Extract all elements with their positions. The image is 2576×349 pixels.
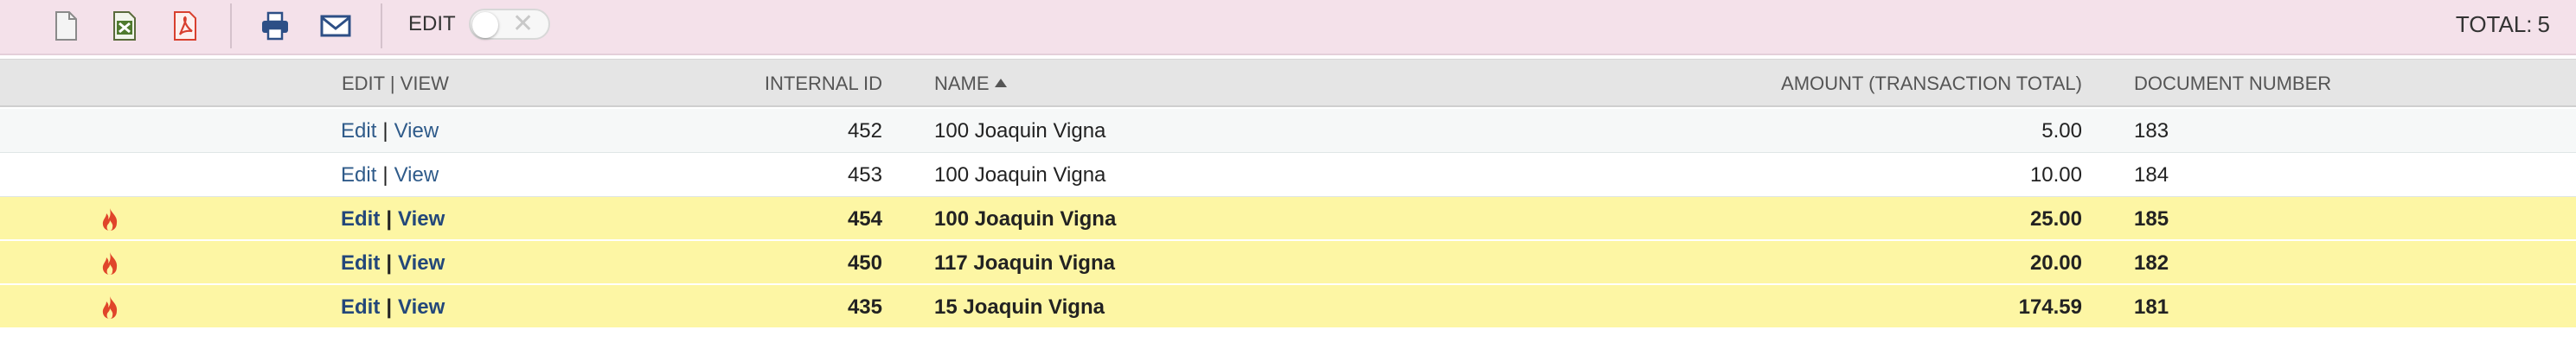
view-link[interactable]: View: [394, 119, 439, 143]
table-row: Edit | View 453 100 Joaquin Vigna 10.00 184: [0, 153, 2576, 197]
view-link[interactable]: View: [398, 295, 445, 319]
link-separator: |: [382, 119, 388, 143]
link-separator: |: [386, 251, 393, 275]
fire-icon: [102, 296, 118, 319]
edit-link[interactable]: Edit: [341, 163, 376, 187]
fire-icon: [102, 252, 118, 275]
pdf-icon[interactable]: [168, 9, 202, 43]
cell-internal-id: 454: [847, 207, 882, 231]
cell-document-number: 181: [2134, 295, 2169, 319]
cell-document-number: 183: [2134, 119, 2169, 143]
header-amount[interactable]: AMOUNT (TRANSACTION TOTAL): [1781, 73, 2082, 95]
toolbar: EDIT ✕ TOTAL: 5: [0, 0, 2576, 55]
table-row: Edit | View 454 100 Joaquin Vigna 25.00 185: [0, 197, 2576, 241]
cell-internal-id: 450: [847, 251, 882, 275]
link-separator: |: [386, 295, 393, 319]
close-icon: ✕: [512, 10, 535, 38]
table-row: Edit | View 435 15 Joaquin Vigna 174.59 181: [0, 285, 2576, 329]
edit-mode-label: EDIT: [408, 12, 456, 35]
header-name[interactable]: NAME: [934, 73, 1007, 95]
table-row: Edit | View 452 100 Joaquin Vigna 5.00 183: [0, 109, 2576, 153]
cell-name: 100 Joaquin Vigna: [934, 119, 1106, 143]
fire-icon: [102, 208, 118, 231]
cell-document-number: 182: [2134, 251, 2169, 275]
cell-amount: 20.00: [2029, 251, 2082, 275]
cell-document-number: 184: [2134, 163, 2169, 187]
edit-view-links: Edit | View: [341, 295, 445, 320]
toggle-knob: [472, 12, 498, 38]
edit-link[interactable]: Edit: [341, 119, 376, 143]
total-label: TOTAL:: [2455, 11, 2533, 37]
cell-amount: 174.59: [2018, 295, 2082, 319]
cell-name: 100 Joaquin Vigna: [934, 207, 1117, 231]
link-separator: |: [386, 207, 393, 231]
sort-ascending-icon: [994, 79, 1007, 88]
excel-icon[interactable]: [107, 9, 142, 43]
cell-name: 15 Joaquin Vigna: [934, 295, 1105, 319]
cell-name: 100 Joaquin Vigna: [934, 163, 1106, 187]
table-header: EDIT | VIEW INTERNAL ID NAME AMOUNT (TRA…: [0, 59, 2576, 107]
total-count: TOTAL: 5: [2451, 11, 2550, 38]
view-link[interactable]: View: [398, 207, 445, 231]
toolbar-separator: [230, 3, 232, 48]
total-value: 5: [2537, 11, 2550, 37]
toolbar-separator: [381, 3, 382, 48]
cell-internal-id: 453: [847, 163, 882, 187]
document-icon[interactable]: [48, 9, 83, 43]
view-link[interactable]: View: [398, 251, 445, 275]
header-document-number[interactable]: DOCUMENT NUMBER: [2134, 73, 2331, 95]
edit-link[interactable]: Edit: [341, 207, 380, 231]
cell-internal-id: 435: [847, 295, 882, 319]
edit-mode-toggle[interactable]: ✕: [469, 9, 550, 40]
cell-internal-id: 452: [847, 119, 882, 143]
edit-link[interactable]: Edit: [341, 251, 380, 275]
cell-amount: 25.00: [2029, 207, 2082, 231]
link-separator: |: [382, 163, 388, 187]
header-name-label: NAME: [934, 73, 990, 94]
cell-amount: 10.00: [2029, 163, 2082, 187]
cell-name: 117 Joaquin Vigna: [934, 251, 1115, 275]
table-row: Edit | View 450 117 Joaquin Vigna 20.00 182: [0, 241, 2576, 285]
view-link[interactable]: View: [394, 163, 439, 187]
edit-link[interactable]: Edit: [341, 295, 380, 319]
email-icon[interactable]: [318, 9, 353, 43]
header-internal-id[interactable]: INTERNAL ID: [765, 73, 882, 95]
edit-view-links: Edit | View: [341, 119, 439, 143]
edit-view-links: Edit | View: [341, 163, 439, 187]
print-icon[interactable]: [258, 9, 292, 43]
cell-amount: 5.00: [2041, 119, 2082, 143]
edit-view-links: Edit | View: [341, 251, 445, 276]
edit-view-links: Edit | View: [341, 207, 445, 232]
header-edit-view: EDIT | VIEW: [342, 73, 449, 94]
cell-document-number: 185: [2134, 207, 2169, 231]
